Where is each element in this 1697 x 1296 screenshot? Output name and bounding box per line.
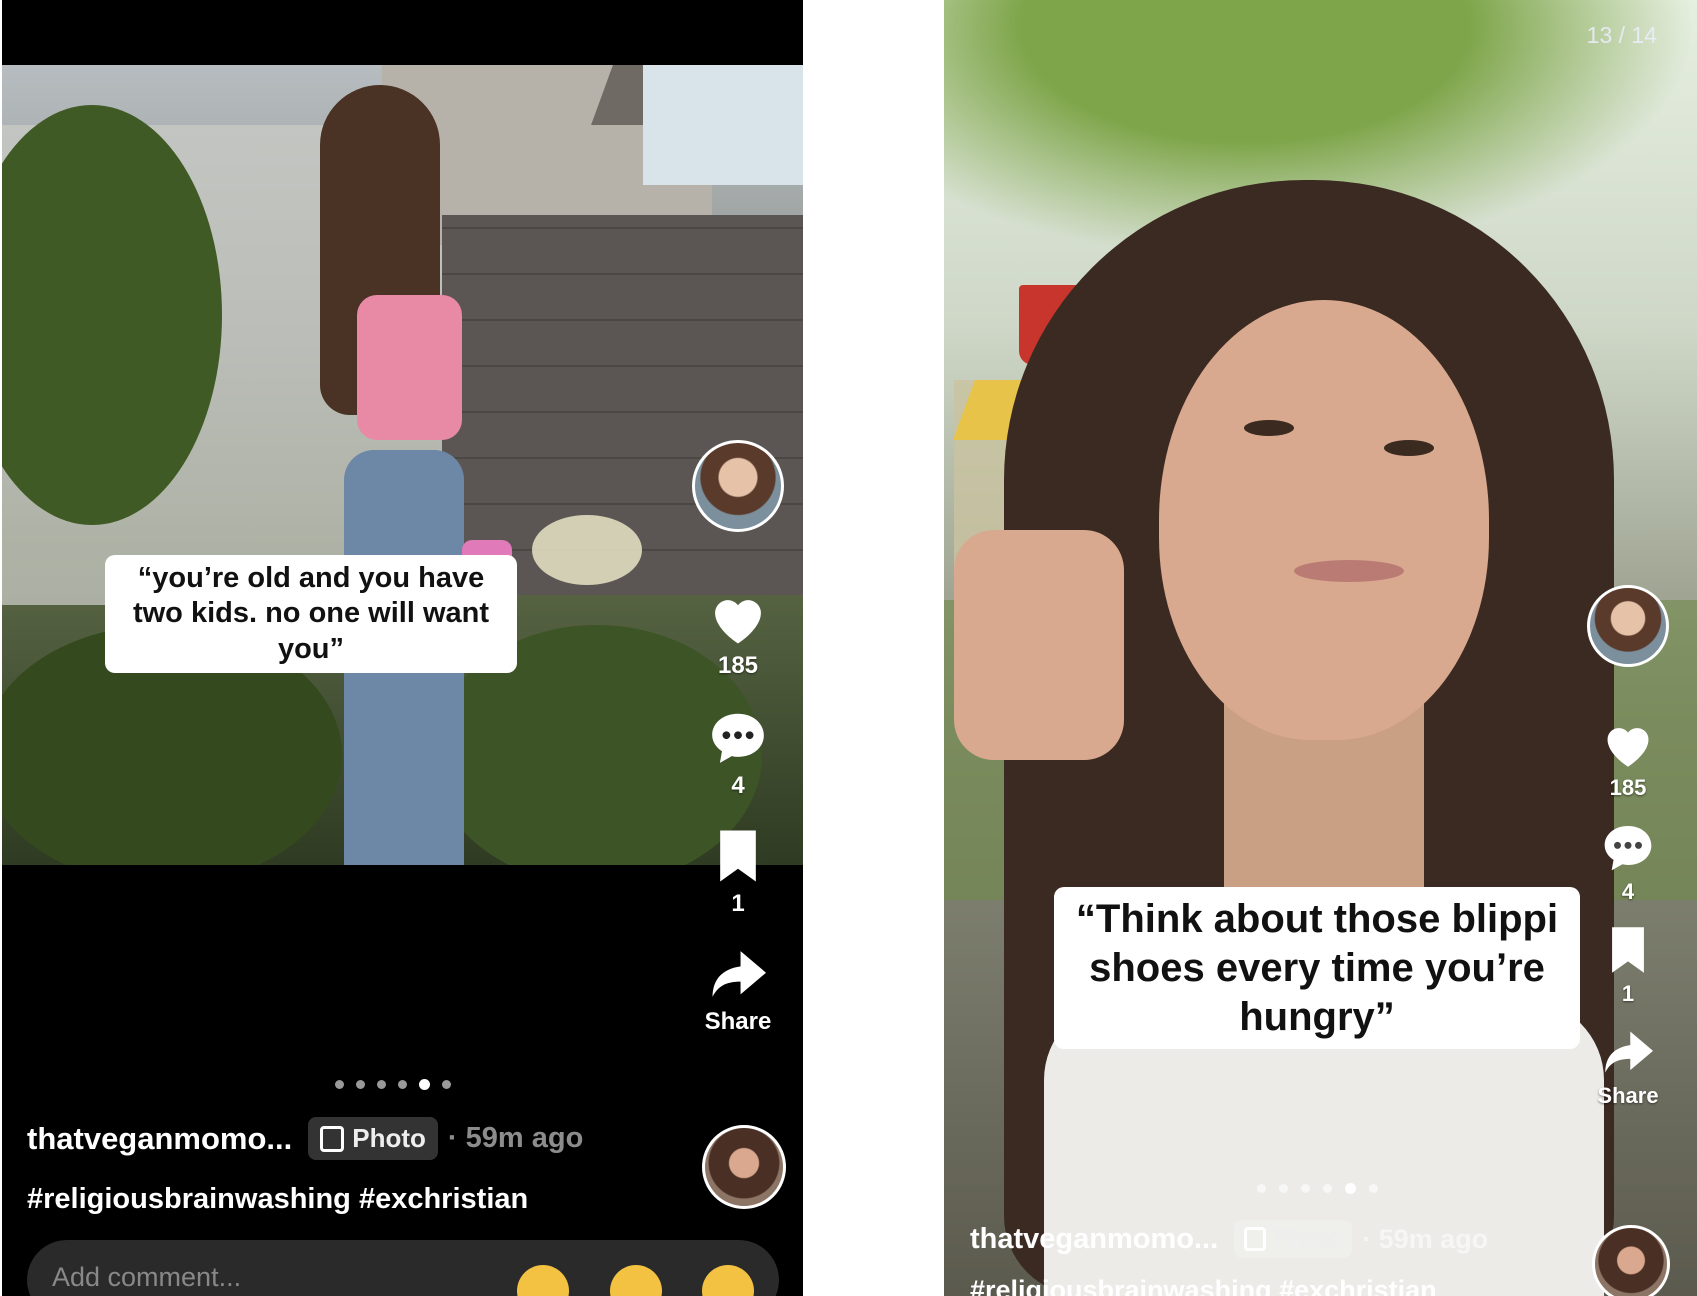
carousel-dot[interactable]: [442, 1080, 451, 1089]
creator-avatar[interactable]: [1587, 585, 1669, 667]
carousel-dot[interactable]: [377, 1080, 386, 1089]
like-button[interactable]: 185: [707, 590, 769, 680]
post-meta: thatveganmomo... Photo · 59m ago: [970, 1220, 1488, 1258]
save-button[interactable]: 1: [714, 828, 762, 918]
carousel-dot[interactable]: [398, 1080, 407, 1089]
share-label: Share: [1597, 1083, 1659, 1108]
person-eye: [1244, 420, 1294, 436]
photo-badge-label: Photo: [1274, 1225, 1343, 1252]
share-icon: [712, 951, 766, 997]
photo-sky: [643, 65, 803, 185]
username[interactable]: thatveganmomo...: [970, 1223, 1218, 1256]
hashtags[interactable]: #religiousbrainwashing #exchristian: [970, 1275, 1437, 1296]
photo-badge: Photo: [308, 1117, 438, 1160]
photo-icon: [320, 1125, 345, 1152]
comment-count: 4: [731, 772, 745, 799]
like-button[interactable]: 185: [1600, 719, 1656, 801]
share-button[interactable]: Share: [1597, 1027, 1659, 1109]
carousel-dot[interactable]: [1257, 1184, 1266, 1193]
carousel-dots: [335, 1079, 451, 1090]
hashtags[interactable]: #religiousbrainwashing #exchristian: [27, 1183, 528, 1216]
post-meta: thatveganmomo... Photo · 59m ago: [27, 1117, 583, 1160]
carousel-dot[interactable]: [1301, 1184, 1310, 1193]
action-rail: 185 4 1 Share: [692, 440, 784, 1036]
heart-icon: [1607, 728, 1649, 767]
left-post-screen: “you’re old and you have two kids. no on…: [2, 0, 803, 1296]
heart-icon: [715, 600, 761, 644]
carousel-dot[interactable]: [335, 1080, 344, 1089]
person-hand: [954, 530, 1124, 760]
person-face: [1159, 300, 1489, 740]
carousel-dot-active[interactable]: [1345, 1183, 1356, 1194]
post-photo[interactable]: [2, 65, 803, 865]
share-icon: [1605, 1031, 1653, 1073]
share-button[interactable]: Share: [704, 946, 772, 1036]
comment-input[interactable]: Add comment...: [27, 1240, 779, 1296]
save-button[interactable]: 1: [1606, 925, 1650, 1007]
photo-badge-label: Photo: [352, 1123, 426, 1153]
post-time: · 59m ago: [1362, 1223, 1489, 1254]
carousel-dot[interactable]: [356, 1080, 365, 1089]
bookmark-icon: [1612, 927, 1644, 973]
carousel-dot-active[interactable]: [419, 1079, 430, 1090]
username[interactable]: thatveganmomo...: [27, 1121, 292, 1157]
person-lips: [1294, 560, 1404, 582]
save-count: 1: [1621, 981, 1635, 1006]
photo-icon: [1244, 1227, 1267, 1251]
person-top: [357, 295, 462, 440]
post-time: · 59m ago: [447, 1122, 584, 1154]
save-count: 1: [731, 890, 745, 917]
post-caption-overlay: “you’re old and you have two kids. no on…: [105, 555, 517, 674]
photo-flowers: [532, 515, 642, 585]
comment-icon: [1604, 826, 1652, 871]
like-count: 185: [1609, 775, 1647, 800]
post-photo[interactable]: [944, 0, 1697, 1296]
comment-button[interactable]: 4: [707, 708, 769, 800]
photo-badge: Photo: [1234, 1220, 1353, 1258]
comment-button[interactable]: 4: [1600, 821, 1656, 905]
like-count: 185: [717, 652, 759, 679]
music-disc-avatar[interactable]: [1592, 1225, 1670, 1296]
carousel-dot[interactable]: [1279, 1184, 1288, 1193]
creator-avatar[interactable]: [692, 440, 784, 532]
person-eye: [1384, 440, 1434, 456]
music-disc-avatar[interactable]: [702, 1125, 786, 1209]
comment-count: 4: [1621, 879, 1635, 904]
carousel-dots: [1257, 1183, 1378, 1194]
carousel-dot[interactable]: [1323, 1184, 1332, 1193]
slide-counter: 13 / 14: [1586, 22, 1657, 48]
comment-icon: [712, 713, 764, 763]
post-caption-overlay: “Think about those blippi shoes every ti…: [1054, 887, 1580, 1050]
bookmark-icon: [720, 830, 756, 882]
action-rail: 185 4 1 Share: [1587, 585, 1669, 1109]
carousel-dot[interactable]: [1369, 1184, 1378, 1193]
right-post-screen: 13 / 14 “Think about those blippi shoes …: [944, 0, 1697, 1296]
share-label: Share: [704, 1008, 772, 1035]
